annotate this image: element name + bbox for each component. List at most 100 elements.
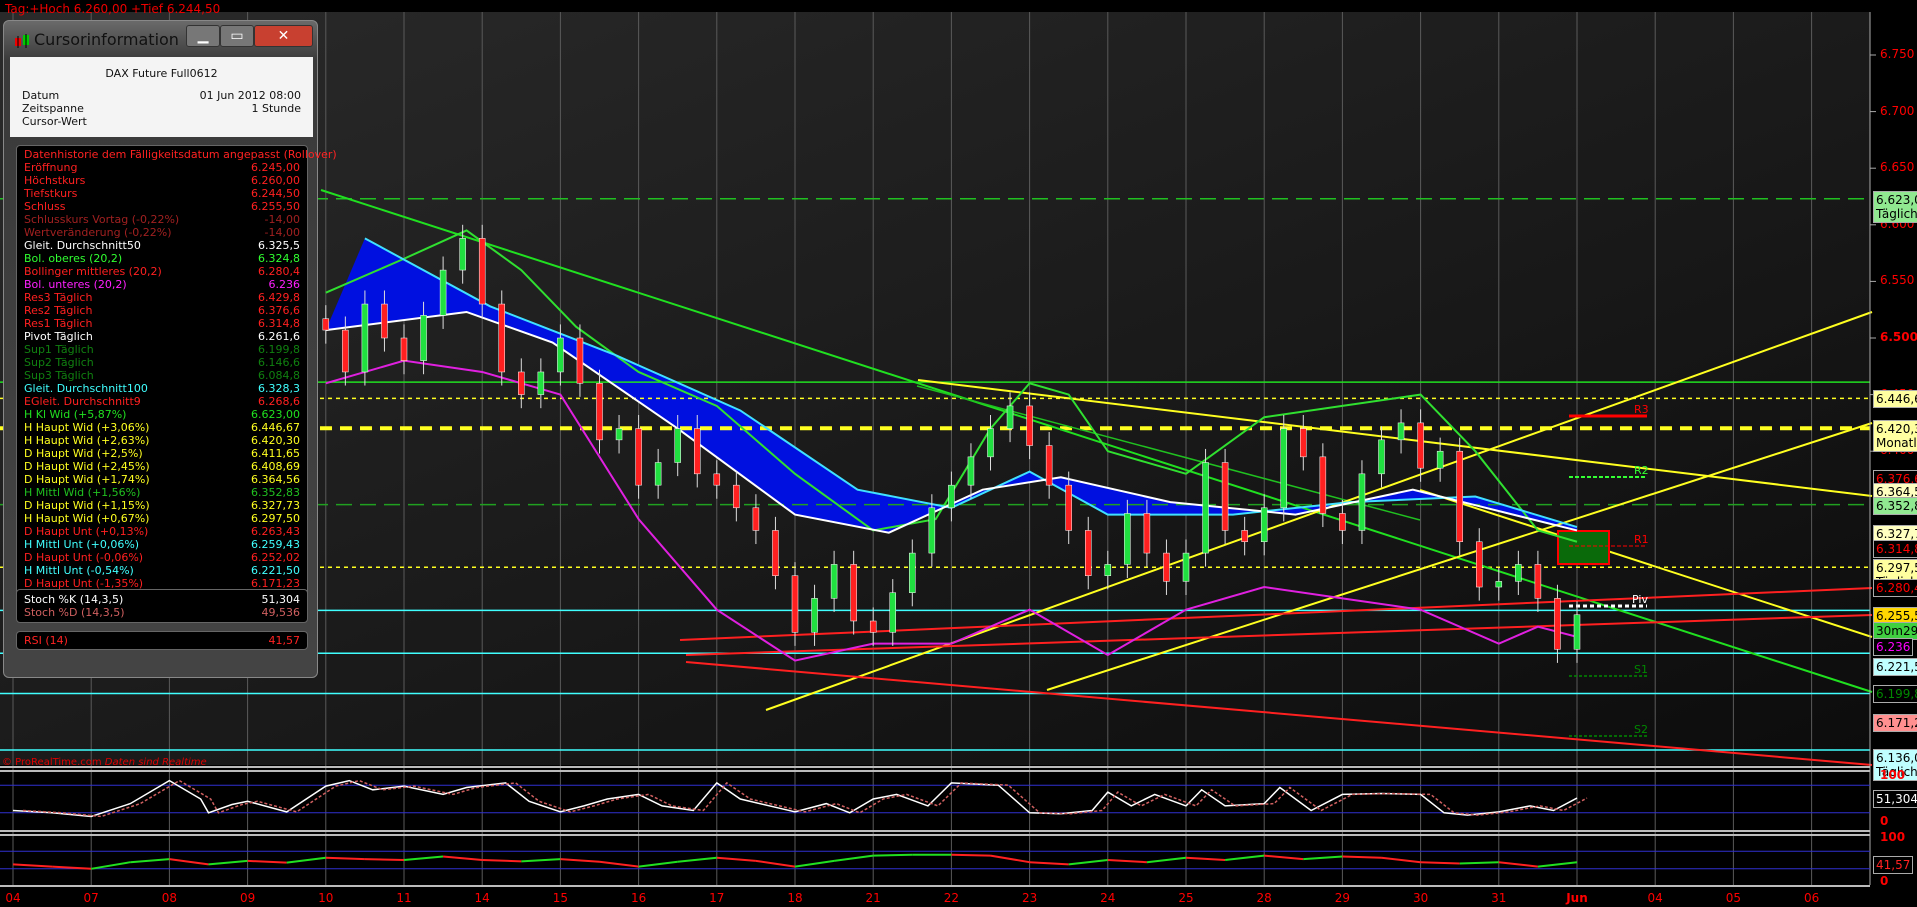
candle[interactable] (733, 484, 740, 509)
candle[interactable] (478, 238, 486, 305)
level-value: 6.446,67 (1876, 392, 1917, 407)
window-title: Cursorinformation (34, 30, 179, 49)
candle[interactable] (361, 303, 369, 373)
watermark: © ProRealTime.com Daten sind Realtime (2, 757, 207, 768)
candle[interactable] (928, 507, 936, 554)
candle[interactable] (889, 592, 896, 633)
indicator-row: H Haupt Wid (+0,67%) 6.297,50 (17, 512, 307, 525)
indicator-value: 6.408,69 (251, 460, 300, 473)
candle[interactable] (518, 371, 525, 395)
indicator-value: 6.327,73 (251, 499, 300, 512)
level-value: 6.623,00 (1876, 192, 1917, 207)
candle[interactable] (1300, 428, 1307, 458)
indicator-row: Sup1 Täglich 6.199,8 (17, 343, 307, 356)
candle[interactable] (752, 507, 760, 531)
candle[interactable] (1534, 564, 1542, 599)
candle[interactable] (635, 428, 642, 486)
candle[interactable] (850, 564, 857, 622)
indicator-label: Tiefstkurs (24, 187, 78, 200)
minimize-button[interactable]: ▁ (186, 25, 220, 47)
candle[interactable] (1026, 405, 1033, 446)
rsi-segment (716, 856, 756, 862)
date-tick-label: 11 (396, 891, 412, 905)
candle[interactable] (381, 303, 388, 339)
candle[interactable] (772, 530, 779, 576)
cursor-info-window[interactable]: Cursorinformation ▁ ▭ ✕ DAX Future Full0… (3, 20, 337, 678)
candle[interactable] (1221, 462, 1229, 531)
candle[interactable] (1280, 428, 1287, 509)
candle[interactable] (596, 383, 603, 441)
indicator-label: Gleit. Durchschnitt50 (24, 239, 141, 252)
date-tick-label: 29 (1334, 891, 1351, 905)
rsi-segment (794, 859, 835, 868)
candle[interactable] (654, 462, 662, 486)
candle[interactable] (498, 303, 505, 373)
instrument-info: DAX Future Full0612 Datum 01 Jun 2012 08:… (10, 57, 313, 137)
indicator-value: 6.280,4 (258, 265, 300, 278)
candle[interactable] (1260, 507, 1268, 543)
candle[interactable] (967, 456, 975, 486)
candle[interactable] (1085, 530, 1092, 576)
candle[interactable] (1104, 564, 1112, 576)
candle[interactable] (1319, 456, 1327, 514)
candle[interactable] (1436, 450, 1444, 469)
candle[interactable] (1339, 513, 1346, 531)
candle[interactable] (1554, 598, 1561, 650)
candle[interactable] (1358, 473, 1366, 531)
candle[interactable] (948, 484, 955, 509)
candle[interactable] (1476, 541, 1483, 588)
candle[interactable] (1124, 513, 1131, 565)
candle[interactable] (1456, 450, 1463, 543)
level-period: Monatlich (1876, 436, 1917, 451)
close-button[interactable]: ✕ (254, 25, 313, 47)
candle[interactable] (1378, 439, 1385, 475)
candle[interactable] (400, 337, 408, 361)
date-tick-label: 31 (1491, 891, 1507, 905)
candle[interactable] (1006, 405, 1014, 429)
candle[interactable] (1515, 564, 1522, 582)
candle[interactable] (674, 428, 681, 463)
price-level-label: 6.420,30Monatlich (1873, 420, 1917, 453)
candle[interactable] (1045, 445, 1053, 486)
candle[interactable] (830, 564, 838, 599)
candle[interactable] (1065, 484, 1072, 531)
indicator-value: 6.364,56 (251, 473, 300, 486)
candle[interactable] (1182, 552, 1190, 582)
candle[interactable] (420, 315, 427, 361)
candle[interactable] (322, 318, 330, 331)
stoch-d-line[interactable] (22, 779, 1588, 818)
candle[interactable] (909, 552, 916, 593)
candle[interactable] (342, 329, 349, 373)
candle[interactable] (869, 620, 877, 633)
candle[interactable] (1397, 422, 1405, 441)
candle[interactable] (987, 428, 994, 458)
candle[interactable] (1163, 552, 1170, 582)
pivot-label: Piv (1632, 593, 1648, 606)
candle[interactable] (1417, 422, 1424, 469)
indicator-row: H Haupt Wid (+2,63%) 6.420,30 (17, 434, 307, 447)
candle[interactable] (459, 238, 466, 271)
candle[interactable] (439, 269, 447, 316)
candle[interactable] (694, 428, 701, 475)
candle[interactable] (1573, 614, 1581, 650)
indicator-label: H Mittl Unt (-0,54%) (24, 564, 134, 577)
price-tick-label: 6.500 (1880, 330, 1917, 344)
candle[interactable] (1202, 462, 1209, 554)
candle[interactable] (576, 337, 584, 384)
indicator-values: Datenhistorie dem Fälligkeitsdatum angep… (16, 145, 337, 606)
candle[interactable] (713, 473, 721, 486)
candle[interactable] (1143, 513, 1151, 554)
rsi-segment (482, 859, 522, 863)
candle[interactable] (537, 371, 545, 395)
candle[interactable] (615, 428, 623, 441)
maximize-button[interactable]: ▭ (220, 25, 254, 47)
candle[interactable] (557, 337, 564, 373)
candle[interactable] (791, 575, 799, 633)
candle[interactable] (1495, 581, 1503, 588)
indicator-value: 6.376,6 (258, 304, 300, 317)
candle[interactable] (1241, 530, 1248, 543)
indicator-label: Höchstkurs (24, 174, 86, 187)
date-tick-label: Jun (1566, 891, 1588, 905)
candle[interactable] (811, 598, 818, 633)
info-label: Datum (22, 89, 60, 102)
